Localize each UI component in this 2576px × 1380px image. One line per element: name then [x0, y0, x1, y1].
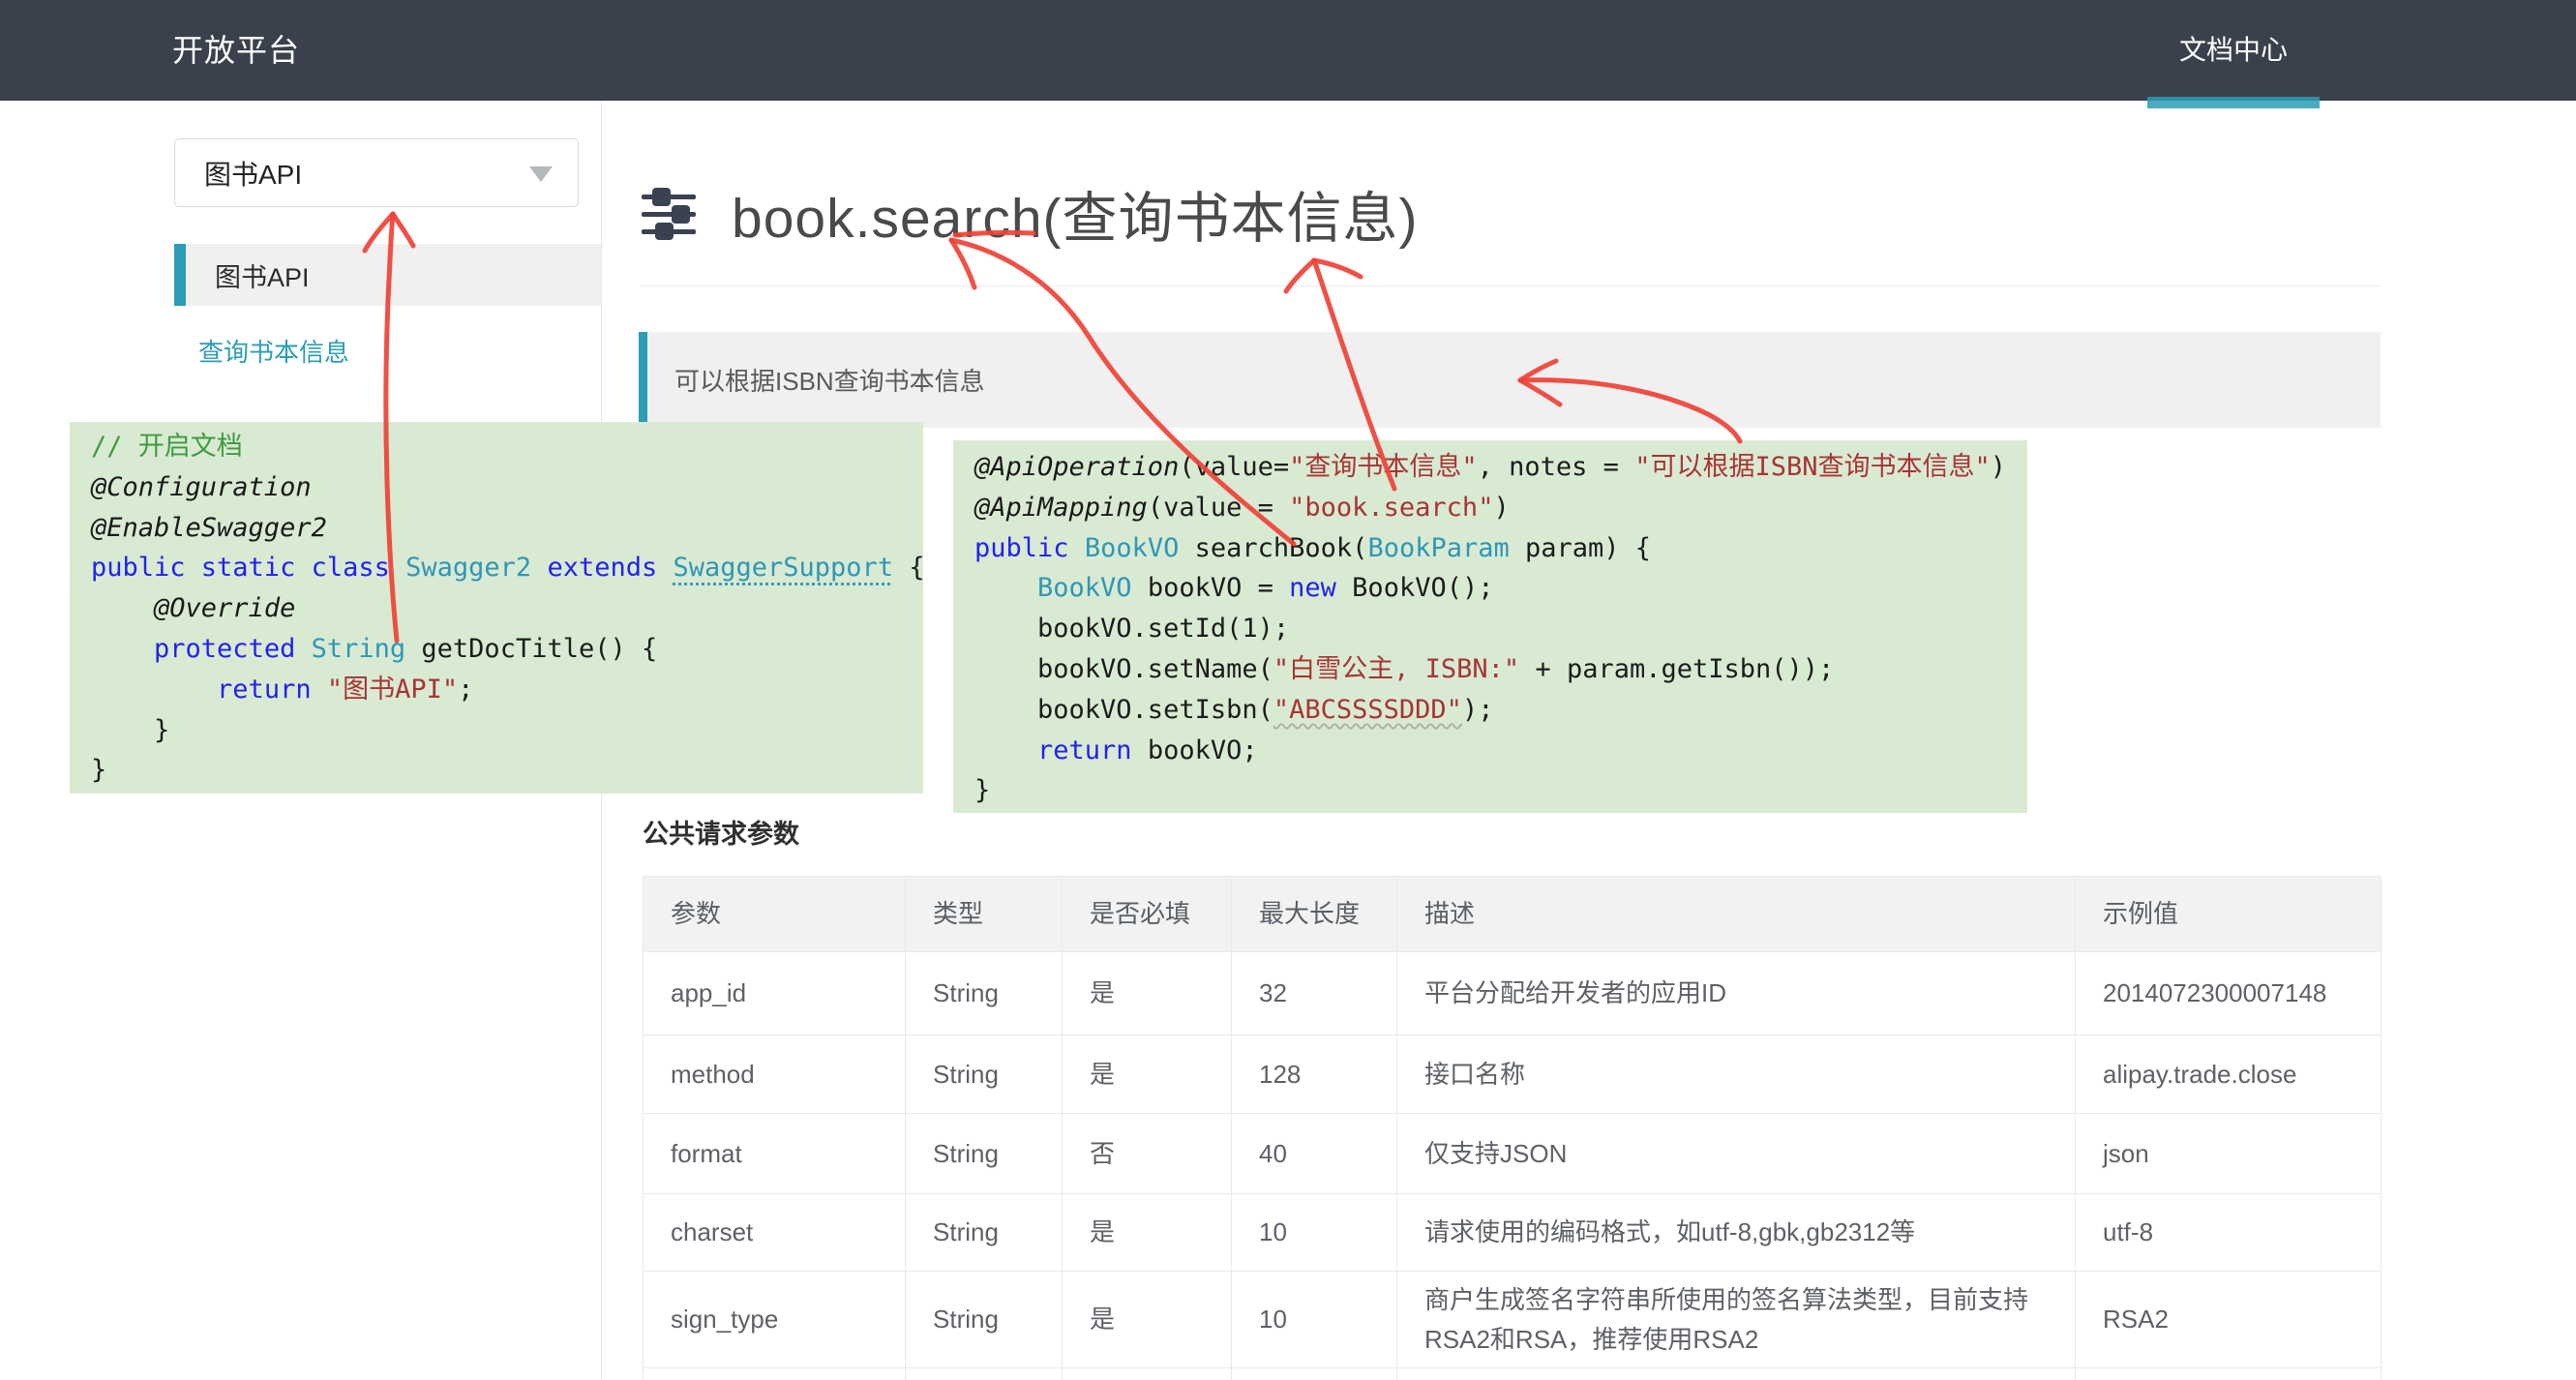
- table-cell: 32: [1232, 952, 1397, 1035]
- column-header: 描述: [1397, 877, 2076, 952]
- table-cell: 商户生成签名字符串所使用的签名算法类型，目前支持RSA2和RSA，推荐使用RSA…: [1397, 1272, 2076, 1368]
- code-line: @ApiMapping(value = "book.search"): [974, 488, 2027, 528]
- sidebar-item-label: 图书API: [215, 256, 310, 294]
- params-table-head: 参数类型是否必填最大长度描述示例值: [644, 877, 2381, 952]
- table-row: methodString是128接口名称alipay.trade.close: [644, 1035, 2381, 1114]
- api-summary-text: 可以根据ISBN查询书本信息: [674, 362, 985, 398]
- table-cell: alipay.trade.close: [2076, 1035, 2381, 1114]
- table-cell: 128: [1232, 1035, 1397, 1114]
- code-line: return "图书API";: [91, 670, 923, 710]
- doc-page: 开放平台 文档中心 图书API 图书API 查询书本信息 boo: [0, 0, 2576, 1380]
- table-cell: method: [644, 1035, 906, 1114]
- table-cell: 是: [1063, 1272, 1232, 1368]
- table-row: charsetString是10请求使用的编码格式，如utf-8,gbk,gb2…: [644, 1194, 2381, 1272]
- table-cell: 2014072300007148: [2076, 952, 2381, 1035]
- table-cell: String: [906, 1272, 1063, 1368]
- params-table: 参数类型是否必填最大长度描述示例值 app_idString是32平台分配给开发…: [643, 876, 2381, 1380]
- code-line: @Override: [91, 588, 923, 629]
- table-cell: [1063, 1368, 1232, 1380]
- sliders-icon: [641, 188, 697, 240]
- table-cell: 40: [1232, 1114, 1397, 1194]
- params-table-body: app_idString是32平台分配给开发者的应用ID201407230000…: [644, 952, 2381, 1380]
- code-line: bookVO.setIsbn("ABCSSSSDDD");: [974, 690, 2027, 731]
- table-cell: 请求使用的编码格式，如utf-8,gbk,gb2312等: [1397, 1194, 2076, 1272]
- code-line: public BookVO searchBook(BookParam param…: [974, 528, 2027, 569]
- table-cell: [906, 1368, 1063, 1380]
- api-group-select-value: 图书API: [204, 154, 302, 193]
- column-header: 是否必填: [1063, 877, 1232, 952]
- table-header-row: 参数类型是否必填最大长度描述示例值: [644, 877, 2381, 952]
- code-line: }: [91, 750, 923, 791]
- code-line: return bookVO;: [974, 731, 2027, 771]
- params-heading: 公共请求参数: [643, 813, 799, 851]
- sidebar-link-query-book-info[interactable]: 查询书本信息: [198, 333, 349, 369]
- code-line: @EnableSwagger2: [91, 508, 923, 549]
- table-cell: 否: [1063, 1114, 1232, 1194]
- table-cell: [1397, 1368, 2076, 1380]
- code-line: bookVO.setId(1);: [974, 609, 2027, 649]
- table-cell: [1232, 1368, 1397, 1380]
- table-cell: String: [906, 1035, 1063, 1114]
- table-cell: [644, 1368, 906, 1380]
- table-row: app_idString是32平台分配给开发者的应用ID201407230000…: [644, 952, 2381, 1035]
- code-line: protected String getDocTitle() {: [91, 629, 923, 670]
- column-header: 最大长度: [1232, 877, 1397, 952]
- code-line: @Configuration: [91, 467, 923, 508]
- table-cell: String: [906, 1114, 1063, 1194]
- table-cell: app_id: [644, 952, 906, 1035]
- table-cell: json: [2076, 1114, 2381, 1194]
- code-block-swagger-config: // 开启文档@Configuration@EnableSwagger2publ…: [70, 422, 923, 794]
- api-summary-banner: 可以根据ISBN查询书本信息: [639, 332, 2381, 428]
- table-cell: String: [906, 952, 1063, 1035]
- table-row: formatString否40仅支持JSONjson: [644, 1114, 2381, 1194]
- table-cell: String: [906, 1194, 1063, 1272]
- brand-open-platform[interactable]: 开放平台: [172, 0, 300, 101]
- page-title: book.search(查询书本信息): [732, 174, 1418, 254]
- title-row: book.search(查询书本信息): [641, 182, 1418, 246]
- table-cell: 是: [1063, 952, 1232, 1035]
- table-cell: 10: [1232, 1272, 1397, 1368]
- table-cell: 接口名称: [1397, 1035, 2076, 1114]
- chevron-down-icon: [529, 166, 553, 182]
- code-line: public static class Swagger2 extends Swa…: [91, 548, 923, 588]
- code-line: // 开启文档: [91, 427, 923, 467]
- code-line: @ApiOperation(value="查询书本信息", notes = "可…: [974, 447, 2027, 488]
- table-cell: sign_type: [644, 1272, 906, 1368]
- topbar: 开放平台 文档中心: [0, 0, 2576, 101]
- table-cell: 是: [1063, 1035, 1232, 1114]
- table-cell: charset: [644, 1194, 906, 1272]
- table-cell: RSA2: [2076, 1272, 2381, 1368]
- table-row: sign_typeString是10商户生成签名字符串所使用的签名算法类型，目前…: [644, 1272, 2381, 1368]
- code-line: }: [91, 710, 923, 751]
- table-cell: 平台分配给开发者的应用ID: [1397, 952, 2076, 1035]
- table-cell: 是: [1063, 1194, 1232, 1272]
- code-block-api-method: @ApiOperation(value="查询书本信息", notes = "可…: [953, 440, 2027, 813]
- table-row-partial: [644, 1368, 2381, 1380]
- sidebar-item-book-api[interactable]: 图书API: [174, 244, 601, 306]
- table-cell: 10: [1232, 1194, 1397, 1272]
- table-cell: format: [644, 1114, 906, 1194]
- table-cell: 仅支持JSON: [1397, 1114, 2076, 1194]
- table-cell: utf-8: [2076, 1194, 2381, 1272]
- code-line: }: [974, 770, 2027, 811]
- nav-doc-center[interactable]: 文档中心: [2147, 0, 2320, 101]
- code-line: bookVO.setName("白雪公主, ISBN:" + param.get…: [974, 649, 2027, 690]
- code-line: BookVO bookVO = new BookVO();: [974, 568, 2027, 609]
- column-header: 示例值: [2076, 877, 2381, 952]
- api-group-select[interactable]: 图书API: [174, 138, 579, 207]
- column-header: 类型: [906, 877, 1063, 952]
- table-cell: [2076, 1368, 2381, 1380]
- column-header: 参数: [644, 877, 906, 952]
- title-divider: [641, 285, 2381, 286]
- nav-active-underline: [2147, 97, 2320, 108]
